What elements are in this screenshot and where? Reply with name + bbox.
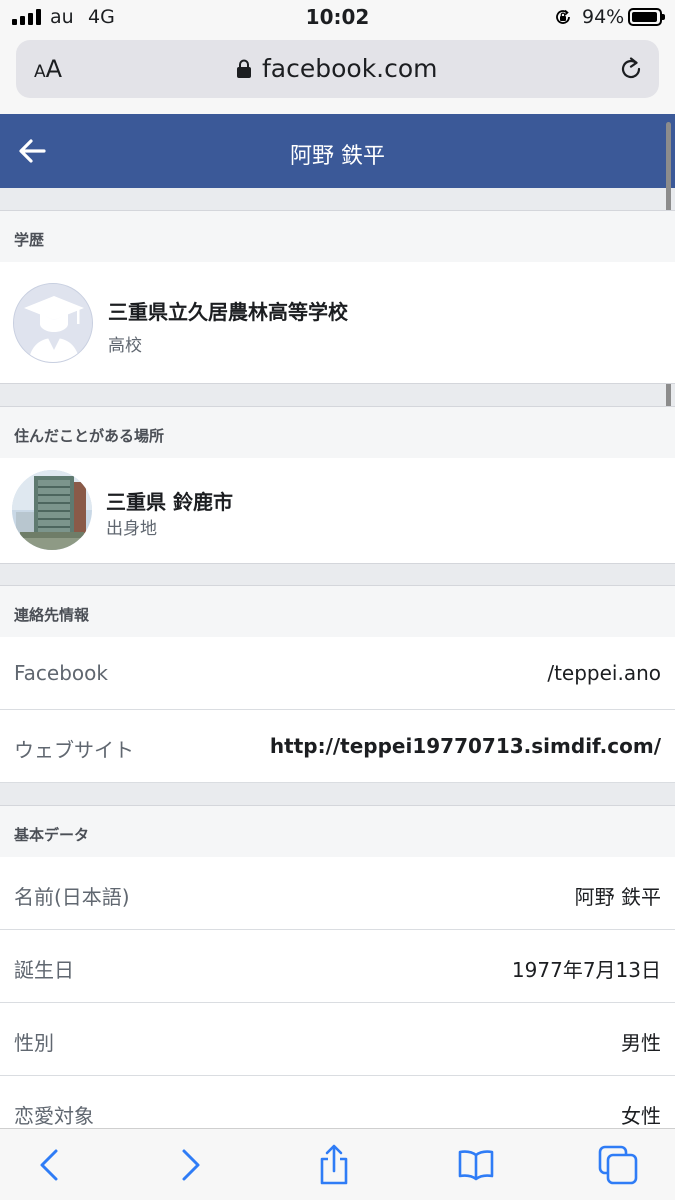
basic-row-japanese-name: 名前(日本語) 阿野 鉄平 (0, 857, 675, 930)
basic-row-gender: 性別 男性 (0, 1003, 675, 1076)
basic-row-birthday: 誕生日 1977年7月13日 (0, 930, 675, 1003)
row-label: ウェブサイト (14, 738, 134, 762)
row-value: 阿野 鉄平 (574, 885, 661, 909)
row-label: Facebook (14, 661, 108, 685)
place-name[interactable]: 三重県 鈴鹿市 (106, 486, 233, 515)
lock-icon (237, 59, 251, 78)
section-header-basic-info: 基本データ (0, 805, 675, 857)
browser-address-area: AA facebook.com (0, 34, 675, 114)
rotation-lock-icon (556, 9, 570, 24)
url-domain[interactable]: facebook.com (262, 54, 438, 83)
battery-percentage: 94% (582, 6, 625, 28)
browser-toolbar (0, 1128, 675, 1200)
section-header-places: 住んだことがある場所 (0, 406, 675, 458)
row-label: 性別 (14, 1031, 54, 1055)
school-avatar (13, 283, 93, 363)
row-value: 女性 (621, 1104, 661, 1128)
battery-icon (628, 8, 665, 26)
section-header-contact: 連絡先情報 (0, 585, 675, 637)
chevron-left-icon[interactable] (28, 1143, 72, 1187)
place-type: 出身地 (106, 519, 157, 539)
school-type: 高校 (108, 336, 142, 356)
bookmarks-icon[interactable] (454, 1143, 498, 1187)
city-photo (12, 470, 92, 550)
contact-row-website[interactable]: ウェブサイト http://teppei19770713.simdif.com/ (0, 710, 675, 783)
section-title: 連絡先情報 (14, 606, 90, 624)
school-name[interactable]: 三重県立久居農林高等学校 (108, 296, 348, 325)
text-size-button[interactable]: AA (34, 55, 62, 83)
row-label: 恋愛対象 (14, 1104, 94, 1128)
section-header-education: 学歴 (0, 210, 675, 262)
page-title: 阿野 鉄平 (290, 144, 385, 169)
website-link[interactable]: http://teppei19770713.simdif.com/ (270, 734, 661, 758)
address-bar[interactable]: AA facebook.com (16, 40, 659, 98)
tabs-icon[interactable] (596, 1143, 640, 1187)
status-time: 10:02 (305, 5, 370, 29)
reload-icon[interactable] (617, 55, 645, 83)
section-title: 学歴 (14, 231, 45, 249)
graduation-cap-icon (14, 284, 92, 362)
row-label: 名前(日本語) (14, 885, 130, 909)
place-photo (12, 470, 92, 550)
row-label: 誕生日 (14, 958, 74, 982)
status-bar: au 4G 10:02 94% (0, 0, 675, 34)
row-value: 男性 (621, 1031, 661, 1055)
contact-row-facebook[interactable]: Facebook /teppei.ano (0, 637, 675, 710)
share-icon[interactable] (312, 1143, 356, 1187)
section-title: 住んだことがある場所 (14, 427, 165, 445)
row-value: 1977年7月13日 (511, 958, 661, 982)
profile-header: 阿野 鉄平 (0, 114, 675, 188)
section-title: 基本データ (14, 826, 90, 844)
chevron-right-icon[interactable] (168, 1143, 212, 1187)
facebook-url[interactable]: /teppei.ano (547, 661, 661, 685)
education-item[interactable]: 三重県立久居農林高等学校 高校 (0, 262, 675, 384)
place-item[interactable]: 三重県 鈴鹿市 出身地 (0, 458, 675, 564)
